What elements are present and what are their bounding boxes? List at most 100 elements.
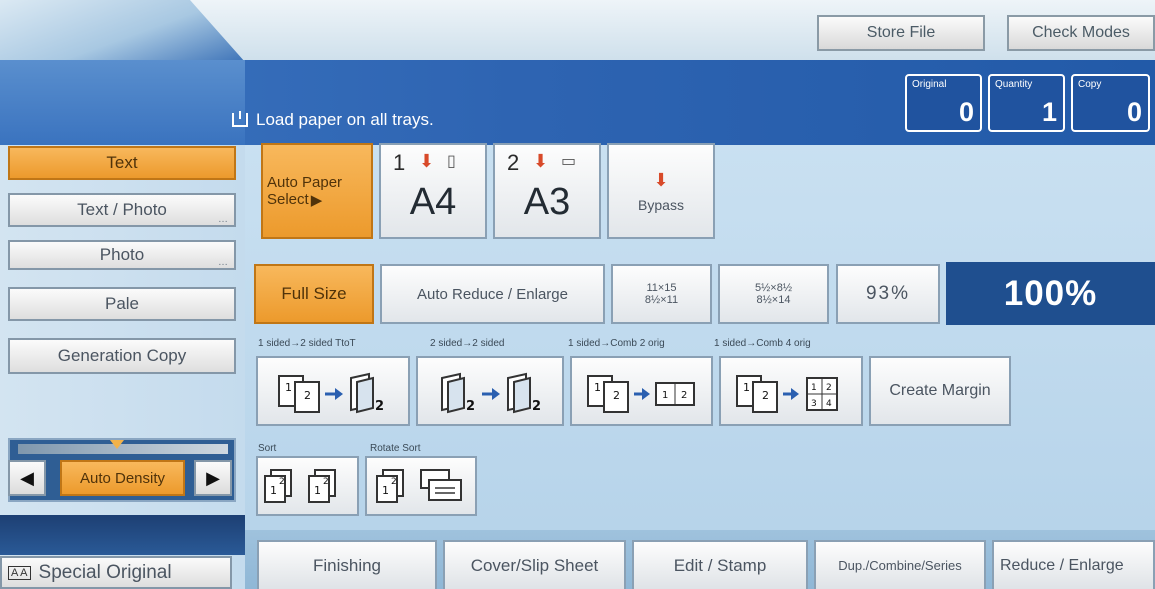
- portrait-paper-icon: ▯: [447, 153, 456, 170]
- tray-1-button[interactable]: 1 ⬇ ▯ A4: [379, 143, 487, 239]
- preset-ratio-1-button[interactable]: 11×15 8½×11: [611, 264, 712, 324]
- auto-paper-line2: Select: [267, 191, 309, 208]
- tray-1-number: 1: [393, 150, 406, 175]
- quantity-value: 1: [1041, 97, 1057, 127]
- tray-empty-icon: ⬇: [533, 151, 549, 171]
- tray-2-button[interactable]: 2 ⬇ ▭ A3: [493, 143, 601, 239]
- sort-caption: Sort: [258, 443, 277, 454]
- svg-text:3: 3: [811, 399, 817, 409]
- tab-reduce-enlarge[interactable]: Reduce / Enlarge: [992, 540, 1155, 589]
- more-options-icon: …: [218, 257, 228, 268]
- auto-paper-select-button[interactable]: Auto Paper Select ▶: [261, 143, 373, 239]
- svg-text:1: 1: [270, 484, 277, 497]
- combine-four-originals-icon: 1 2 1 2 3 4: [736, 375, 838, 413]
- more-options-icon: …: [218, 214, 228, 225]
- combine-2-originals-button[interactable]: 1 2 1 2: [570, 356, 713, 426]
- svg-text:2: 2: [681, 390, 687, 401]
- auto-reduce-enlarge-button[interactable]: Auto Reduce / Enlarge: [380, 264, 605, 324]
- mode-pale-button[interactable]: Pale: [8, 287, 236, 321]
- copy-label: Copy: [1078, 79, 1102, 90]
- tab-dup-combine-series[interactable]: Dup./Combine/Series: [814, 540, 986, 589]
- store-file-button[interactable]: Store File: [817, 15, 985, 51]
- tray-2-size: A3: [523, 181, 571, 223]
- special-original-icon: A A: [8, 565, 31, 580]
- tray-2-number: 2: [507, 150, 520, 175]
- mode-photo-button[interactable]: Photo …: [8, 240, 236, 270]
- auto-density-button[interactable]: Auto Density: [60, 460, 185, 496]
- preset-ratio-93-button[interactable]: 93%: [836, 264, 940, 324]
- preset-ratio-2-button[interactable]: 5½×8½ 8½×14: [718, 264, 829, 324]
- quantity-counter: Quantity 1: [988, 74, 1065, 132]
- original-counter: Original 0: [905, 74, 982, 132]
- triangle-left-icon: ◀: [20, 467, 34, 488]
- svg-text:1: 1: [314, 484, 321, 497]
- rotate-sort-caption: Rotate Sort: [370, 443, 421, 454]
- special-original-button[interactable]: A A Special Original: [0, 556, 232, 589]
- rotate-sort-button[interactable]: 1 2: [365, 456, 477, 516]
- svg-text:2: 2: [613, 389, 620, 402]
- mode-text-photo-label: Text / Photo: [77, 200, 167, 219]
- left-bottom-bar: [0, 515, 245, 555]
- duplex-2to2-button[interactable]: 2 2: [416, 356, 564, 426]
- special-original-label: Special Original: [38, 561, 172, 583]
- duplex-caption-2: 2 sided→2 sided: [430, 338, 505, 349]
- load-paper-icon: [232, 111, 248, 127]
- two-to-two-sided-icon: 2 2: [441, 372, 541, 414]
- sort-icon: 1 2 1 2: [263, 469, 336, 503]
- mode-text-button[interactable]: Text: [8, 146, 236, 180]
- tab-finishing[interactable]: Finishing: [257, 540, 437, 589]
- original-label: Original: [912, 79, 947, 90]
- rotate-sort-icon: 1 2: [376, 469, 462, 503]
- sort-button[interactable]: 1 2 1 2: [256, 456, 359, 516]
- density-indicator-icon: [110, 440, 124, 449]
- svg-text:4: 4: [826, 399, 832, 409]
- current-ratio-display: 100%: [946, 262, 1155, 325]
- preset-1-from: 11×15: [646, 282, 677, 294]
- bypass-tray-icon: ⬇: [653, 169, 669, 190]
- combine-4-originals-button[interactable]: 1 2 1 2 3 4: [719, 356, 863, 426]
- density-darker-button[interactable]: ▶: [194, 460, 232, 496]
- duplex-caption-1: 1 sided→2 sided TtoT: [258, 338, 356, 349]
- tray-empty-icon: ⬇: [419, 151, 435, 171]
- tray-1-size: A4: [409, 181, 457, 223]
- tab-edit-stamp[interactable]: Edit / Stamp: [632, 540, 808, 589]
- svg-text:1: 1: [662, 390, 668, 401]
- check-modes-button[interactable]: Check Modes: [1007, 15, 1155, 51]
- svg-text:2: 2: [762, 389, 769, 402]
- svg-text:2: 2: [279, 477, 285, 487]
- svg-text:2: 2: [323, 477, 329, 487]
- preset-1-to: 8½×11: [644, 294, 679, 306]
- duplex-1to2-button[interactable]: 1 2 2: [256, 356, 410, 426]
- density-lighter-button[interactable]: ◀: [8, 460, 46, 496]
- bypass-tray-button[interactable]: ⬇ Bypass: [607, 143, 715, 239]
- svg-text:1: 1: [594, 381, 601, 394]
- copy-value: 0: [1126, 97, 1142, 127]
- svg-text:1: 1: [382, 484, 389, 497]
- duplex-caption-4: 1 sided→Comb 4 orig: [714, 338, 811, 349]
- tab-cover-slip-sheet[interactable]: Cover/Slip Sheet: [443, 540, 626, 589]
- copy-counter: Copy 0: [1071, 74, 1150, 132]
- svg-text:2: 2: [532, 399, 541, 414]
- mode-generation-copy-button[interactable]: Generation Copy: [8, 338, 236, 374]
- full-size-button[interactable]: Full Size: [254, 264, 374, 324]
- bypass-label: Bypass: [638, 196, 684, 213]
- svg-text:2: 2: [826, 383, 832, 393]
- svg-text:2: 2: [391, 477, 397, 487]
- create-margin-button[interactable]: Create Margin: [869, 356, 1011, 426]
- landscape-paper-icon: ▭: [561, 153, 577, 170]
- triangle-right-icon: ▶: [206, 467, 220, 488]
- status-message: Load paper on all trays.: [232, 108, 434, 132]
- one-to-two-sided-icon: 1 2 2: [278, 372, 384, 414]
- status-message-text: Load paper on all trays.: [256, 110, 434, 129]
- mode-text-photo-button[interactable]: Text / Photo …: [8, 193, 236, 227]
- original-value: 0: [958, 97, 974, 127]
- svg-text:2: 2: [375, 399, 384, 414]
- mode-photo-label: Photo: [99, 245, 145, 264]
- svg-text:1: 1: [811, 383, 817, 393]
- svg-text:1: 1: [743, 381, 750, 394]
- svg-text:2: 2: [304, 389, 311, 402]
- duplex-caption-3: 1 sided→Comb 2 orig: [568, 338, 665, 349]
- quantity-label: Quantity: [995, 79, 1033, 90]
- auto-paper-line1: Auto Paper: [267, 173, 343, 191]
- preset-2-from: 5½×8½: [754, 282, 792, 294]
